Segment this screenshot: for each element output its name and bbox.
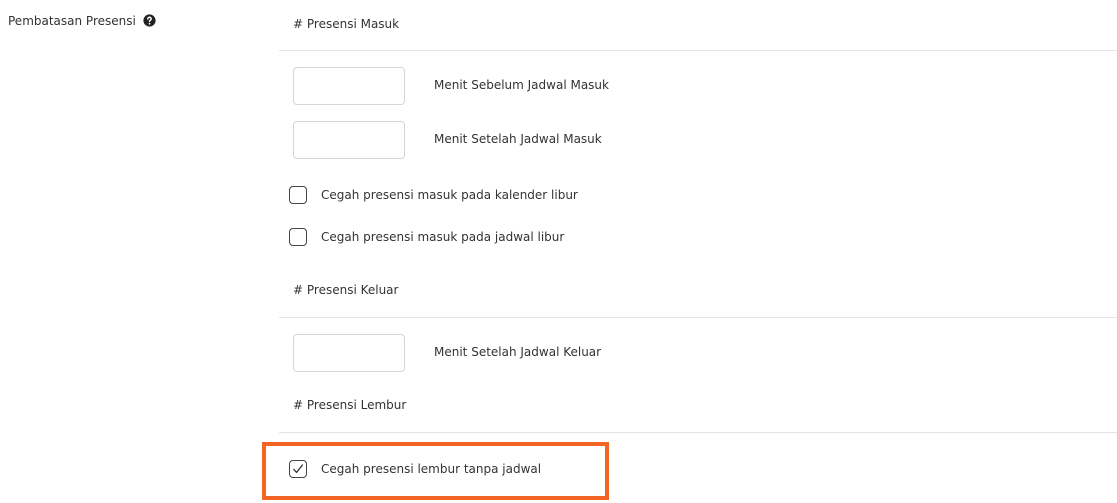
section-title-masuk: # Presensi Masuk (293, 17, 400, 31)
minutes-after-checkin-input[interactable] (293, 121, 405, 159)
field-label: Pembatasan Presensi (8, 14, 156, 28)
presensi-restriction-form: Pembatasan Presensi # Presensi Masuk Men… (0, 0, 1117, 503)
minutes-after-checkout-input[interactable] (293, 334, 405, 372)
section-title-lembur: # Presensi Lembur (293, 398, 407, 412)
highlight-annotation-box (262, 442, 609, 500)
section-title-keluar: # Presensi Keluar (293, 283, 399, 297)
minutes-after-checkin-caption: Menit Setelah Jadwal Masuk (434, 132, 602, 146)
divider-keluar (279, 317, 1117, 318)
prevent-checkin-schedule-holiday-label: Cegah presensi masuk pada jadwal libur (321, 230, 565, 244)
divider-masuk (279, 50, 1117, 51)
prevent-checkin-calendar-holiday-label: Cegah presensi masuk pada kalender libur (321, 188, 578, 202)
prevent-checkin-schedule-holiday-option[interactable]: Cegah presensi masuk pada jadwal libur (289, 227, 564, 247)
field-label-text: Pembatasan Presensi (8, 14, 136, 28)
question-circle-icon[interactable] (143, 14, 156, 27)
minutes-before-checkin-input[interactable] (293, 67, 405, 105)
divider-lembur (279, 432, 1117, 433)
prevent-checkin-schedule-holiday-checkbox[interactable] (289, 228, 307, 246)
minutes-before-checkin-caption: Menit Sebelum Jadwal Masuk (434, 78, 609, 92)
prevent-checkin-calendar-holiday-checkbox[interactable] (289, 186, 307, 204)
minutes-after-checkout-caption: Menit Setelah Jadwal Keluar (434, 345, 602, 359)
prevent-checkin-calendar-holiday-option[interactable]: Cegah presensi masuk pada kalender libur (289, 185, 578, 205)
